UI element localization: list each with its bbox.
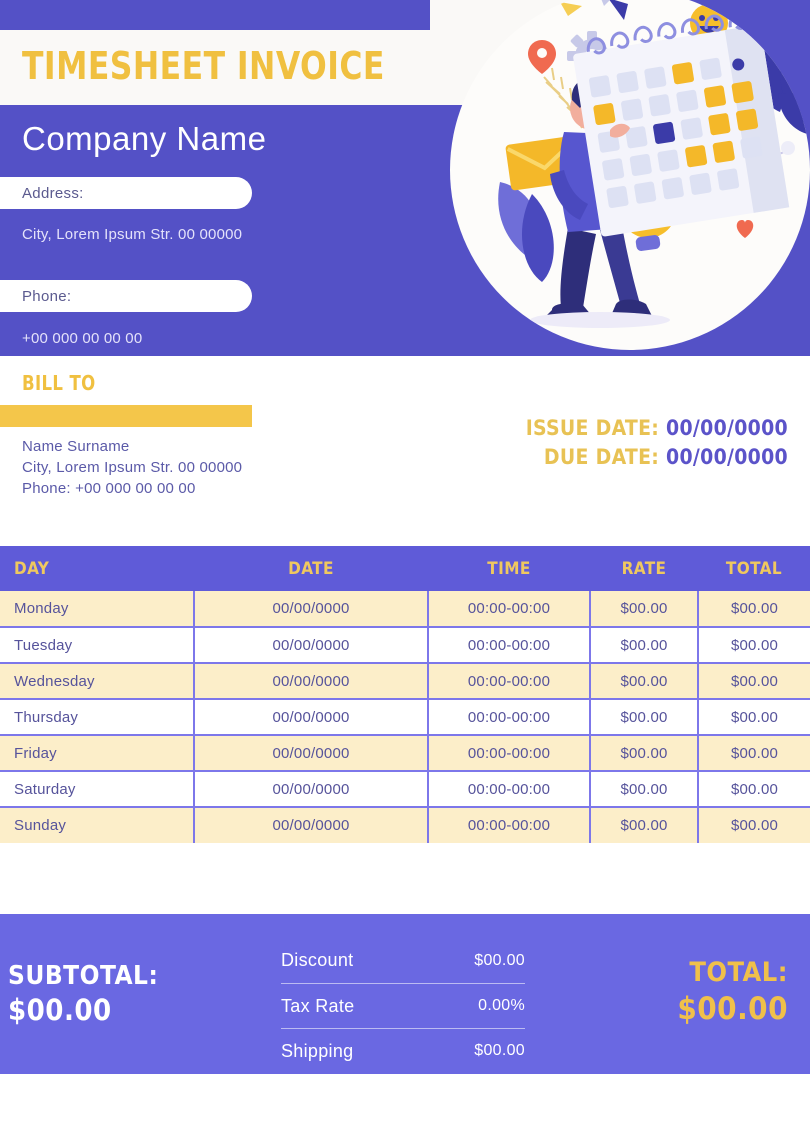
cell-day[interactable]: Saturday — [0, 771, 194, 808]
cell-rate[interactable]: $00.00 — [589, 591, 698, 628]
phone-field[interactable]: Phone: — [0, 280, 252, 312]
column-header-total: TOTAL — [698, 546, 810, 591]
cell-time[interactable]: 00:00-00:00 — [427, 807, 590, 843]
table-row: Monday 00/00/0000 00:00-00:00 $00.00 $00.00 — [0, 591, 810, 628]
grand-total-block: TOTAL: $00.00 — [677, 956, 788, 1028]
discount-label: Discount — [281, 950, 354, 970]
cell-total[interactable]: $00.00 — [697, 735, 810, 772]
cell-rate[interactable]: $00.00 — [589, 627, 698, 664]
timesheet-invoice-page: TIMESHEET INVOICE Company Name Address: … — [0, 0, 810, 1144]
cell-rate[interactable]: $00.00 — [589, 735, 698, 772]
totals-footer: SUBTOTAL: $00.00 Discount $00.00 Tax Rat… — [0, 914, 810, 1074]
bill-to-phone: Phone: +00 000 00 00 00 — [22, 480, 196, 497]
cell-rate[interactable]: $00.00 — [589, 663, 698, 700]
cell-day[interactable]: Sunday — [0, 807, 194, 843]
due-date-value: 00/00/0000 — [666, 445, 788, 469]
person-marking-calendar-illustration — [440, 0, 810, 362]
phone-label: Phone: — [22, 287, 72, 305]
shipping-value[interactable]: $00.00 — [474, 1042, 525, 1060]
table-body: Monday 00/00/0000 00:00-00:00 $00.00 $00.00 T… — [0, 591, 810, 843]
bill-to-divider-bar — [0, 405, 252, 427]
table-row: Tuesday 00/00/0000 00:00-00:00 $00.00 $00.00 — [0, 627, 810, 664]
cell-rate[interactable]: $00.00 — [589, 699, 698, 736]
subtotal-value: $00.00 — [8, 993, 112, 1027]
table-row: Wednesday 00/00/0000 00:00-00:00 $00.00 $00.… — [0, 663, 810, 700]
address-label: Address: — [22, 184, 84, 202]
invoice-dates: ISSUE DATE: 00/00/0000 DUE DATE: 00/00/0… — [526, 414, 788, 472]
tax-rate-label: Tax Rate — [281, 995, 355, 1016]
cell-total[interactable]: $00.00 — [697, 663, 810, 700]
cell-date[interactable]: 00/00/0000 — [193, 699, 428, 736]
address-value: City, Lorem Ipsum Str. 00 00000 — [22, 226, 243, 243]
cell-day[interactable]: Monday — [0, 591, 194, 628]
subtotal-block: SUBTOTAL: $00.00 — [8, 960, 158, 1028]
timesheet-table: DAY DATE TIME RATE TOTAL Monday 00/00/000… — [0, 546, 810, 843]
cell-day[interactable]: Tuesday — [0, 627, 194, 664]
phone-value: +00 000 00 00 00 — [22, 330, 143, 347]
cell-time[interactable]: 00:00-00:00 — [427, 771, 590, 808]
discount-row: Discount $00.00 — [281, 938, 525, 983]
cell-time[interactable]: 00:00-00:00 — [427, 591, 590, 628]
bill-to-address: City, Lorem Ipsum Str. 00 00000 — [22, 459, 243, 476]
cell-day[interactable]: Thursday — [0, 699, 194, 736]
due-date-row: DUE DATE: 00/00/0000 — [526, 443, 788, 472]
due-date-label: DUE DATE: — [543, 445, 660, 469]
column-header-rate: RATE — [590, 546, 698, 591]
page-title: TIMESHEET INVOICE — [22, 44, 385, 88]
column-header-date: DATE — [194, 546, 428, 591]
cell-time[interactable]: 00:00-00:00 — [427, 627, 590, 664]
cell-total[interactable]: $00.00 — [697, 699, 810, 736]
cell-date[interactable]: 00/00/0000 — [193, 771, 428, 808]
cell-rate[interactable]: $00.00 — [589, 771, 698, 808]
grand-total-value: $00.00 — [677, 991, 788, 1027]
shipping-row: Shipping $00.00 — [281, 1028, 525, 1073]
illustration-svg — [498, 0, 810, 328]
header-panel: TIMESHEET INVOICE Company Name Address: … — [0, 0, 810, 356]
cell-time[interactable]: 00:00-00:00 — [427, 663, 590, 700]
cell-time[interactable]: 00:00-00:00 — [427, 699, 590, 736]
table-header-row: DAY DATE TIME RATE TOTAL — [0, 546, 810, 591]
discount-value[interactable]: $00.00 — [474, 952, 525, 970]
table-row: Friday 00/00/0000 00:00-00:00 $00.00 $00.00 — [0, 735, 810, 772]
cell-date[interactable]: 00/00/0000 — [193, 735, 428, 772]
grand-total-label: TOTAL: — [689, 957, 788, 988]
cell-total[interactable]: $00.00 — [697, 591, 810, 628]
cell-date[interactable]: 00/00/0000 — [193, 627, 428, 664]
column-header-day: DAY — [0, 546, 194, 591]
subtotal-label: SUBTOTAL: — [8, 961, 159, 991]
table-row: Thursday 00/00/0000 00:00-00:00 $00.00 $00.0… — [0, 699, 810, 736]
cell-date[interactable]: 00/00/0000 — [193, 663, 428, 700]
issue-date-value: 00/00/0000 — [666, 416, 788, 440]
address-field[interactable]: Address: — [0, 177, 252, 209]
column-header-time: TIME — [428, 546, 590, 591]
cell-total[interactable]: $00.00 — [697, 807, 810, 843]
bill-to-details: Name Surname City, Lorem Ipsum Str. 00 0… — [22, 436, 342, 499]
tax-rate-row: Tax Rate 0.00% — [281, 983, 525, 1028]
cell-time[interactable]: 00:00-00:00 — [427, 735, 590, 772]
issue-date-row: ISSUE DATE: 00/00/0000 — [526, 414, 788, 443]
tax-rate-value[interactable]: 0.00% — [478, 997, 525, 1015]
bill-to-name: Name Surname — [22, 438, 130, 455]
cell-total[interactable]: $00.00 — [697, 771, 810, 808]
cell-day[interactable]: Wednesday — [0, 663, 194, 700]
cell-rate[interactable]: $00.00 — [589, 807, 698, 843]
bill-to-label: BILL TO — [22, 371, 96, 395]
adjustments-block: Discount $00.00 Tax Rate 0.00% Shipping … — [281, 938, 525, 1073]
cell-total[interactable]: $00.00 — [697, 627, 810, 664]
company-name: Company Name — [22, 120, 267, 157]
cell-day[interactable]: Friday — [0, 735, 194, 772]
table-row: Saturday 00/00/0000 00:00-00:00 $00.00 $00.0… — [0, 771, 810, 808]
cell-date[interactable]: 00/00/0000 — [193, 807, 428, 843]
table-row: Sunday 00/00/0000 00:00-00:00 $00.00 $00.00 — [0, 807, 810, 843]
cell-date[interactable]: 00/00/0000 — [193, 591, 428, 628]
issue-date-label: ISSUE DATE: — [525, 416, 660, 440]
shipping-label: Shipping — [281, 1040, 354, 1061]
